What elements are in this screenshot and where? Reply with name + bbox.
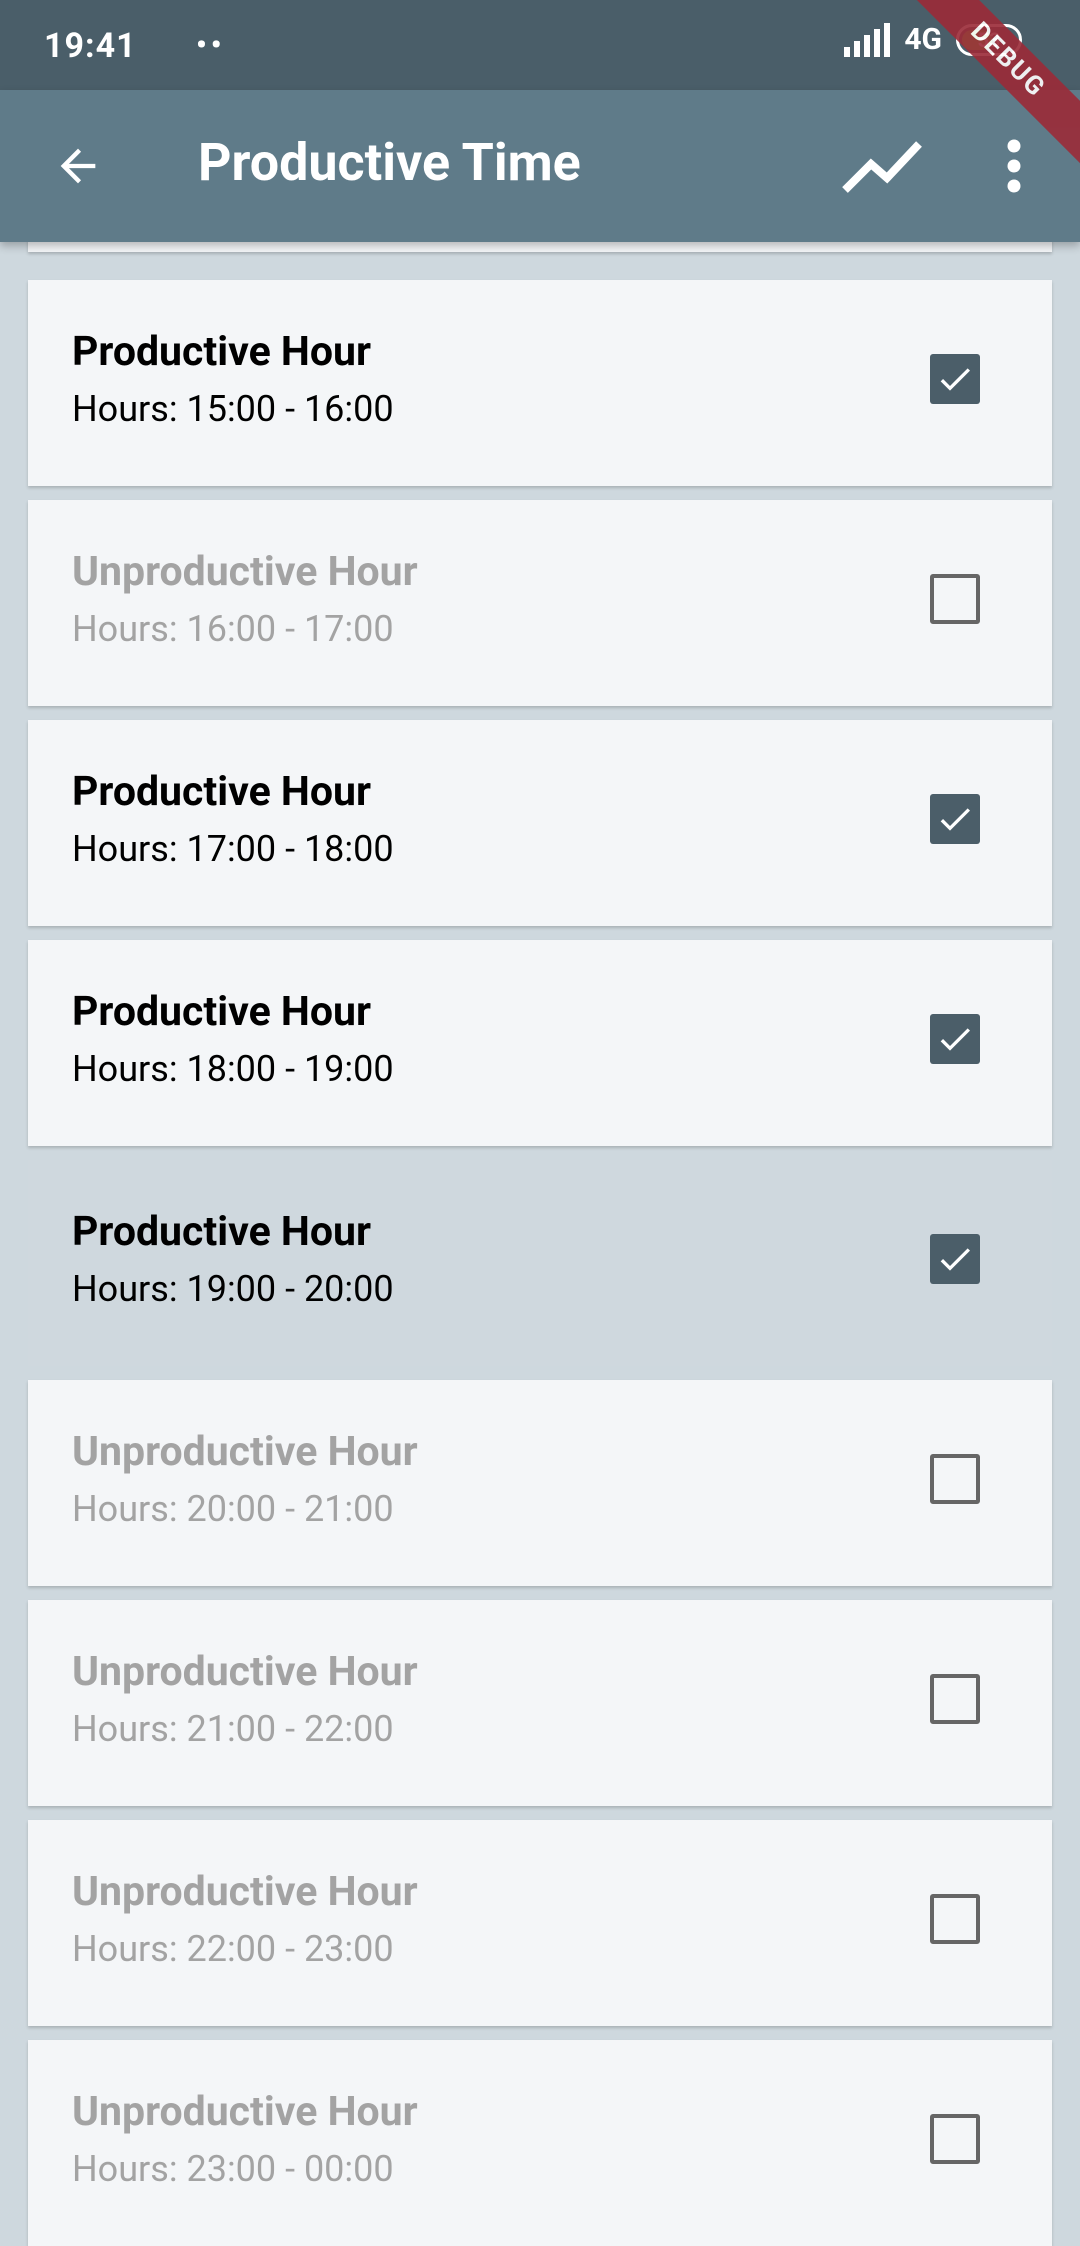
hour-status-title: Unproductive Hour [72, 2088, 418, 2136]
productive-checkbox-checked[interactable] [930, 794, 980, 844]
check-icon [940, 1028, 970, 1051]
hour-status-title: Unproductive Hour [72, 1868, 418, 1916]
hour-status-title: Unproductive Hour [72, 548, 418, 596]
hour-range-label: Hours: 22:00 - 23:00 [72, 1928, 394, 1970]
hour-range-label: Hours: 15:00 - 16:00 [72, 388, 394, 430]
hour-list-item[interactable]: Unproductive Hour Hours: 23:00 - 00:00 [28, 2040, 1052, 2246]
productive-checkbox-unchecked[interactable] [930, 574, 980, 624]
hour-range-label: Hours: 23:00 - 00:00 [72, 2148, 394, 2190]
hour-status-title: Productive Hour [72, 328, 371, 376]
more-vert-icon [1007, 139, 1021, 193]
hour-status-title: Productive Hour [72, 1208, 371, 1256]
hour-range-label: Hours: 21:00 - 22:00 [72, 1708, 394, 1750]
arrow-back-icon [60, 148, 96, 184]
hour-range-label: Hours: 20:00 - 21:00 [72, 1488, 394, 1530]
hour-status-title: Unproductive Hour [72, 1648, 418, 1696]
productive-checkbox-checked[interactable] [930, 1234, 980, 1284]
hour-status-title: Unproductive Hour [72, 1428, 418, 1476]
signal-icon [844, 22, 891, 57]
check-icon [940, 1248, 970, 1271]
hour-list-item[interactable]: Productive Hour Hours: 15:00 - 16:00 [28, 280, 1052, 486]
notification-dots: •• [196, 28, 226, 63]
app-bar: Productive Time [0, 90, 1080, 242]
productive-checkbox-unchecked[interactable] [930, 1454, 980, 1504]
hour-range-label: Hours: 18:00 - 19:00 [72, 1048, 394, 1090]
hour-status-title: Productive Hour [72, 988, 371, 1036]
hour-list-item[interactable]: Productive Hour Hours: 19:00 - 20:00 [28, 1160, 1052, 1366]
status-bar: 19:41 •• 4G 53 [0, 0, 1080, 90]
productive-checkbox-unchecked[interactable] [930, 1674, 980, 1724]
more-options-button[interactable] [976, 126, 1052, 206]
hour-list-item[interactable]: Unproductive Hour Hours: 21:00 - 22:00 [28, 1600, 1052, 1806]
hour-range-label: Hours: 19:00 - 20:00 [72, 1268, 394, 1310]
hour-list-item[interactable]: Productive Hour Hours: 18:00 - 19:00 [28, 940, 1052, 1146]
hours-list: Productive Hour Hours: 15:00 - 16:00 Unpro… [0, 242, 1080, 2246]
list-item-partial [28, 242, 1052, 252]
productive-checkbox-unchecked[interactable] [930, 1894, 980, 1944]
hour-range-label: Hours: 16:00 - 17:00 [72, 608, 394, 650]
productive-checkbox-unchecked[interactable] [930, 2114, 980, 2164]
network-type: 4G [904, 22, 942, 57]
page-title: Productive Time [198, 132, 581, 193]
statistics-button[interactable] [838, 126, 928, 206]
trending-up-icon [842, 141, 922, 193]
status-time: 19:41 [44, 26, 137, 66]
hour-list-item[interactable]: Productive Hour Hours: 17:00 - 18:00 [28, 720, 1052, 926]
check-icon [940, 368, 970, 391]
productive-checkbox-checked[interactable] [930, 1014, 980, 1064]
hour-list-item[interactable]: Unproductive Hour Hours: 20:00 - 21:00 [28, 1380, 1052, 1586]
productive-checkbox-checked[interactable] [930, 354, 980, 404]
hour-range-label: Hours: 17:00 - 18:00 [72, 828, 394, 870]
hour-list-item[interactable]: Unproductive Hour Hours: 22:00 - 23:00 [28, 1820, 1052, 2026]
hour-list-item[interactable]: Unproductive Hour Hours: 16:00 - 17:00 [28, 500, 1052, 706]
hour-status-title: Productive Hour [72, 768, 371, 816]
check-icon [940, 808, 970, 831]
back-button[interactable] [40, 128, 116, 204]
